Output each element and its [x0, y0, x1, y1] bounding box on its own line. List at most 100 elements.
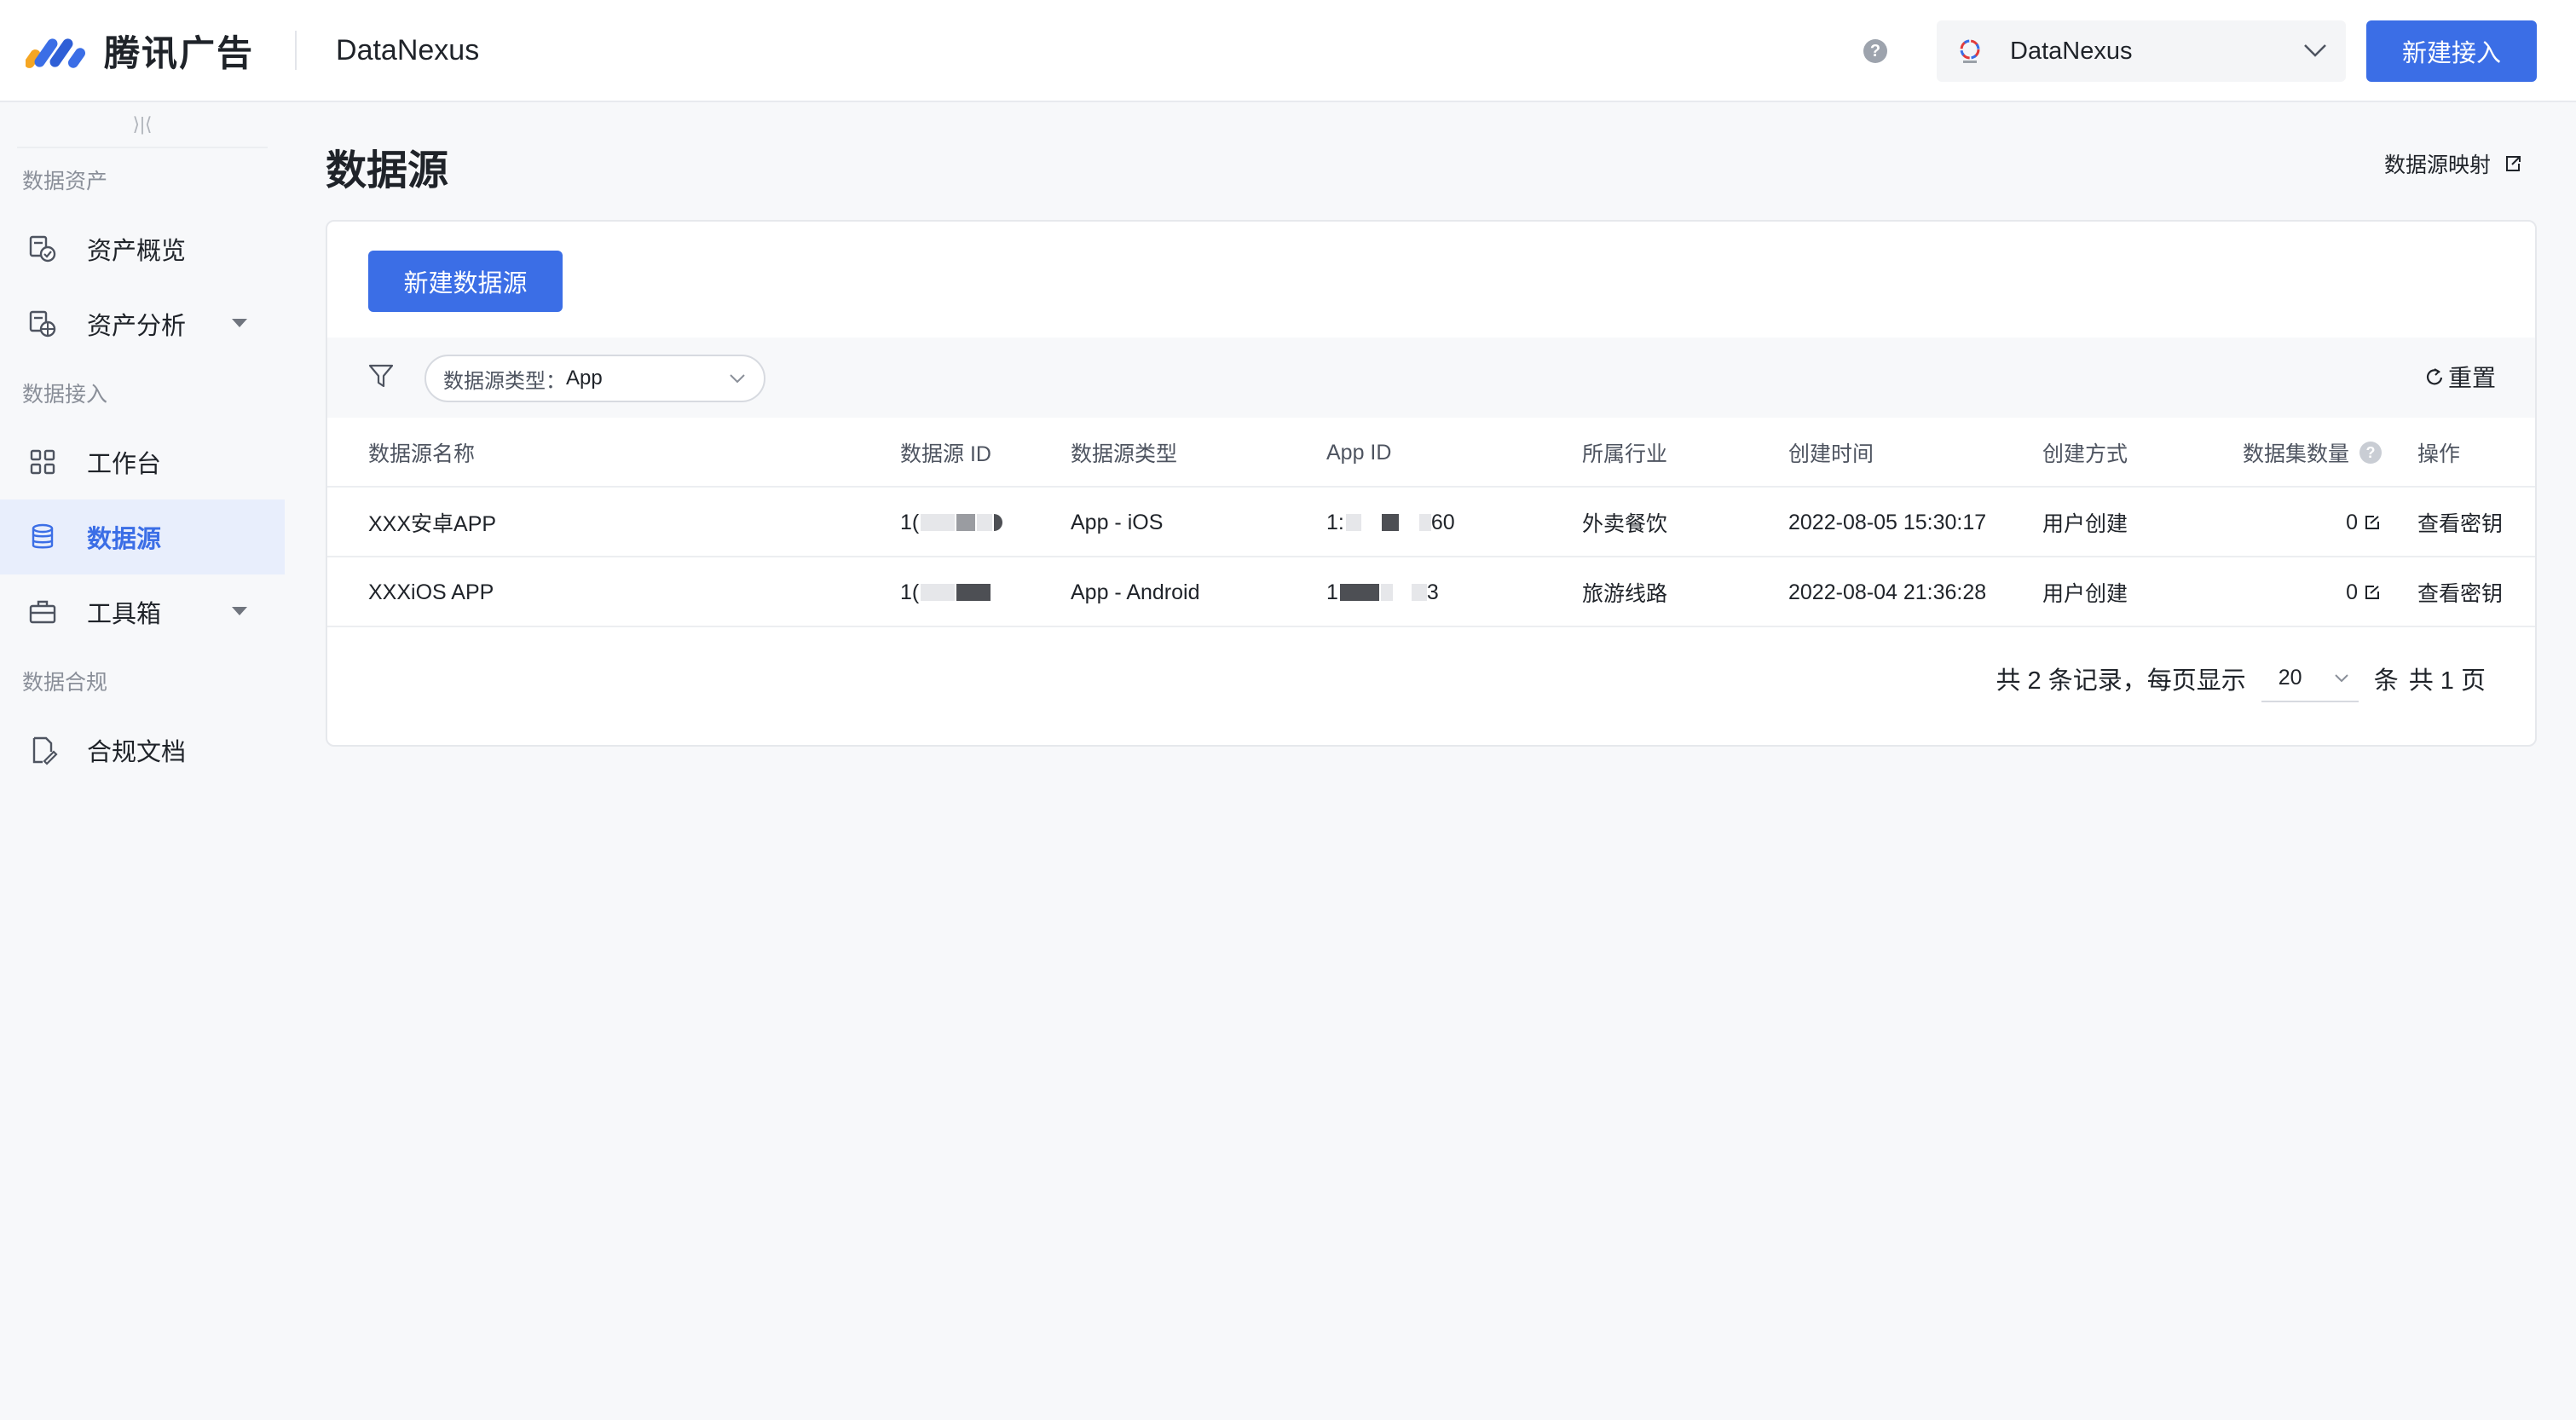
header-actions: ? DataNexus 新建接入	[1863, 20, 2537, 82]
filter-icon[interactable]	[367, 361, 396, 390]
group-title-data-assets: 数据资产	[22, 170, 108, 193]
pagination: 共 2 条记录，每页显示 20 条 共 1 页	[1996, 655, 2486, 702]
external-link-icon	[2365, 586, 2379, 599]
brand-name: 腾讯广告	[104, 32, 255, 73]
caret-down-icon	[232, 319, 247, 327]
datasource-id: 1(	[900, 557, 991, 627]
table-row: XXXiOS APP 1( App - Android 1 3 旅游线路 202…	[327, 557, 2535, 627]
chevron-down-icon	[2335, 674, 2348, 683]
masked-value	[1380, 584, 1393, 601]
masked-value	[1381, 514, 1399, 531]
chevron-down-icon	[2304, 44, 2326, 57]
mapping-link-label: 数据源映射	[2383, 153, 2491, 177]
help-icon[interactable]: ?	[1863, 39, 1887, 63]
overview-icon	[29, 235, 56, 263]
tencent-ads-logo-icon	[26, 38, 86, 68]
new-access-button[interactable]: 新建接入	[2366, 20, 2537, 82]
dataset-count: 0	[2346, 510, 2358, 534]
sidebar-item-label: 工作台	[87, 451, 162, 478]
masked-value	[977, 514, 993, 531]
sidebar-item-label: 工具箱	[87, 601, 162, 628]
help-icon[interactable]: ?	[2359, 442, 2382, 464]
masked-value	[1363, 514, 1380, 531]
masked-value	[1401, 514, 1418, 531]
masked-value	[1418, 514, 1431, 531]
table-header: 数据源名称 数据源 ID 数据源类型 App ID 所属行业 创建时间 创建方式…	[327, 418, 2535, 488]
column-header: 操作	[2417, 442, 2461, 466]
sidebar-item-compliance-docs[interactable]: 合规文档	[0, 713, 285, 788]
group-title-data-compliance: 数据合规	[22, 671, 108, 695]
refresh-icon	[2426, 368, 2443, 385]
masked-value	[921, 514, 956, 531]
page-size-value: 20	[2278, 665, 2302, 690]
sidebar-item-label: 数据源	[87, 526, 162, 553]
datasource-name: XXX安卓APP	[368, 512, 497, 536]
database-icon	[32, 523, 54, 549]
page-title: 数据源	[326, 148, 449, 193]
account-name: DataNexus	[2010, 37, 2133, 65]
masked-value	[956, 584, 991, 601]
sidebar-item-toolbox[interactable]: 工具箱	[0, 574, 285, 649]
created-time: 2022-08-04 21:36:28	[1788, 580, 1987, 604]
sidebar-item-workbench[interactable]: 工作台	[0, 424, 285, 499]
sidebar-item-asset-analysis[interactable]: 资产分析	[0, 286, 285, 361]
masked-value	[921, 584, 956, 601]
pagination-unit: 条	[2373, 667, 2399, 695]
sidebar-item-label: 资产概览	[87, 238, 187, 265]
creation-method: 用户创建	[2042, 582, 2128, 606]
view-key-link[interactable]: 查看密钥	[2417, 488, 2503, 557]
masked-value	[956, 514, 976, 531]
filter-label: 数据源类型：	[443, 369, 566, 393]
collapse-sidebar-icon[interactable]: ⟩|⟨	[17, 102, 268, 148]
pagination-pages: 共 1 页	[2408, 667, 2486, 695]
grid-icon	[30, 449, 55, 475]
reset-label: 重置	[2447, 365, 2496, 391]
account-selector[interactable]: DataNexus	[1937, 20, 2346, 82]
datasource-mapping-link[interactable]: 数据源映射	[2384, 148, 2523, 179]
group-title-data-access: 数据接入	[22, 383, 108, 407]
caret-down-icon	[232, 607, 247, 615]
filter-bar: 数据源类型： App 重置	[327, 338, 2535, 418]
sidebar-item-label: 合规文档	[87, 739, 187, 766]
column-header: App ID	[1326, 440, 1392, 465]
view-key-link[interactable]: 查看密钥	[2417, 557, 2503, 627]
datasource-type: App - Android	[1071, 580, 1200, 604]
column-header: 数据源类型	[1071, 442, 1178, 466]
product-name: DataNexus	[336, 33, 480, 66]
industry: 外卖餐饮	[1582, 512, 1668, 536]
reset-button[interactable]: 重置	[2424, 360, 2496, 394]
column-header: 创建时间	[1788, 442, 1874, 466]
app-id-visible-part: 60	[1430, 510, 1455, 534]
datasource-card: 新建数据源 数据源类型： App 重置 数据源名称 数据源 ID 数据源类型 A…	[326, 220, 2537, 747]
filter-value: App	[566, 367, 603, 390]
datasource-name: XXXiOS APP	[368, 580, 494, 604]
header-divider	[295, 31, 297, 70]
top-header: 腾讯广告 DataNexus ? DataNexus 新建接入	[0, 0, 2576, 102]
column-header: 创建方式	[2042, 442, 2128, 466]
sidebar-item-datasource[interactable]: 数据源	[0, 499, 285, 574]
pagination-total: 共 2 条记录，每页显示	[1996, 667, 2246, 695]
document-icon	[32, 736, 58, 765]
table-row: XXX安卓APP 1( App - iOS 1: 60 外卖餐饮 2022-08…	[327, 488, 2535, 557]
analysis-icon	[29, 310, 56, 338]
chevron-down-icon	[730, 374, 745, 384]
masked-value	[1339, 584, 1379, 601]
datasource-id: 1(	[900, 488, 1003, 557]
dataset-count-link[interactable]: 0	[2211, 557, 2382, 627]
sidebar: ⟩|⟨ 数据资产 资产概览 资产分析 数据接入 工作台 数据源 工具箱 数据合规…	[0, 102, 285, 1420]
app-id-visible-part: 3	[1426, 580, 1439, 604]
column-header-datasets: 数据集数量 ?	[2211, 418, 2382, 488]
page-size-select[interactable]: 20	[2261, 655, 2359, 702]
sidebar-item-asset-overview[interactable]: 资产概览	[0, 211, 285, 286]
brand-logo[interactable]: 腾讯广告	[26, 25, 254, 77]
sidebar-item-label: 资产分析	[87, 313, 187, 340]
toolbox-icon	[29, 600, 56, 624]
dataset-count-link[interactable]: 0	[2211, 488, 2382, 557]
created-time: 2022-08-05 15:30:17	[1788, 510, 1987, 534]
id-visible-part: 1(	[900, 510, 920, 534]
datasource-type-filter[interactable]: 数据源类型： App	[425, 355, 765, 402]
column-header: 数据源名称	[368, 442, 476, 466]
new-datasource-button[interactable]: 新建数据源	[368, 251, 563, 312]
column-header: 数据集数量	[2242, 442, 2349, 466]
dataset-count: 0	[2346, 580, 2358, 604]
